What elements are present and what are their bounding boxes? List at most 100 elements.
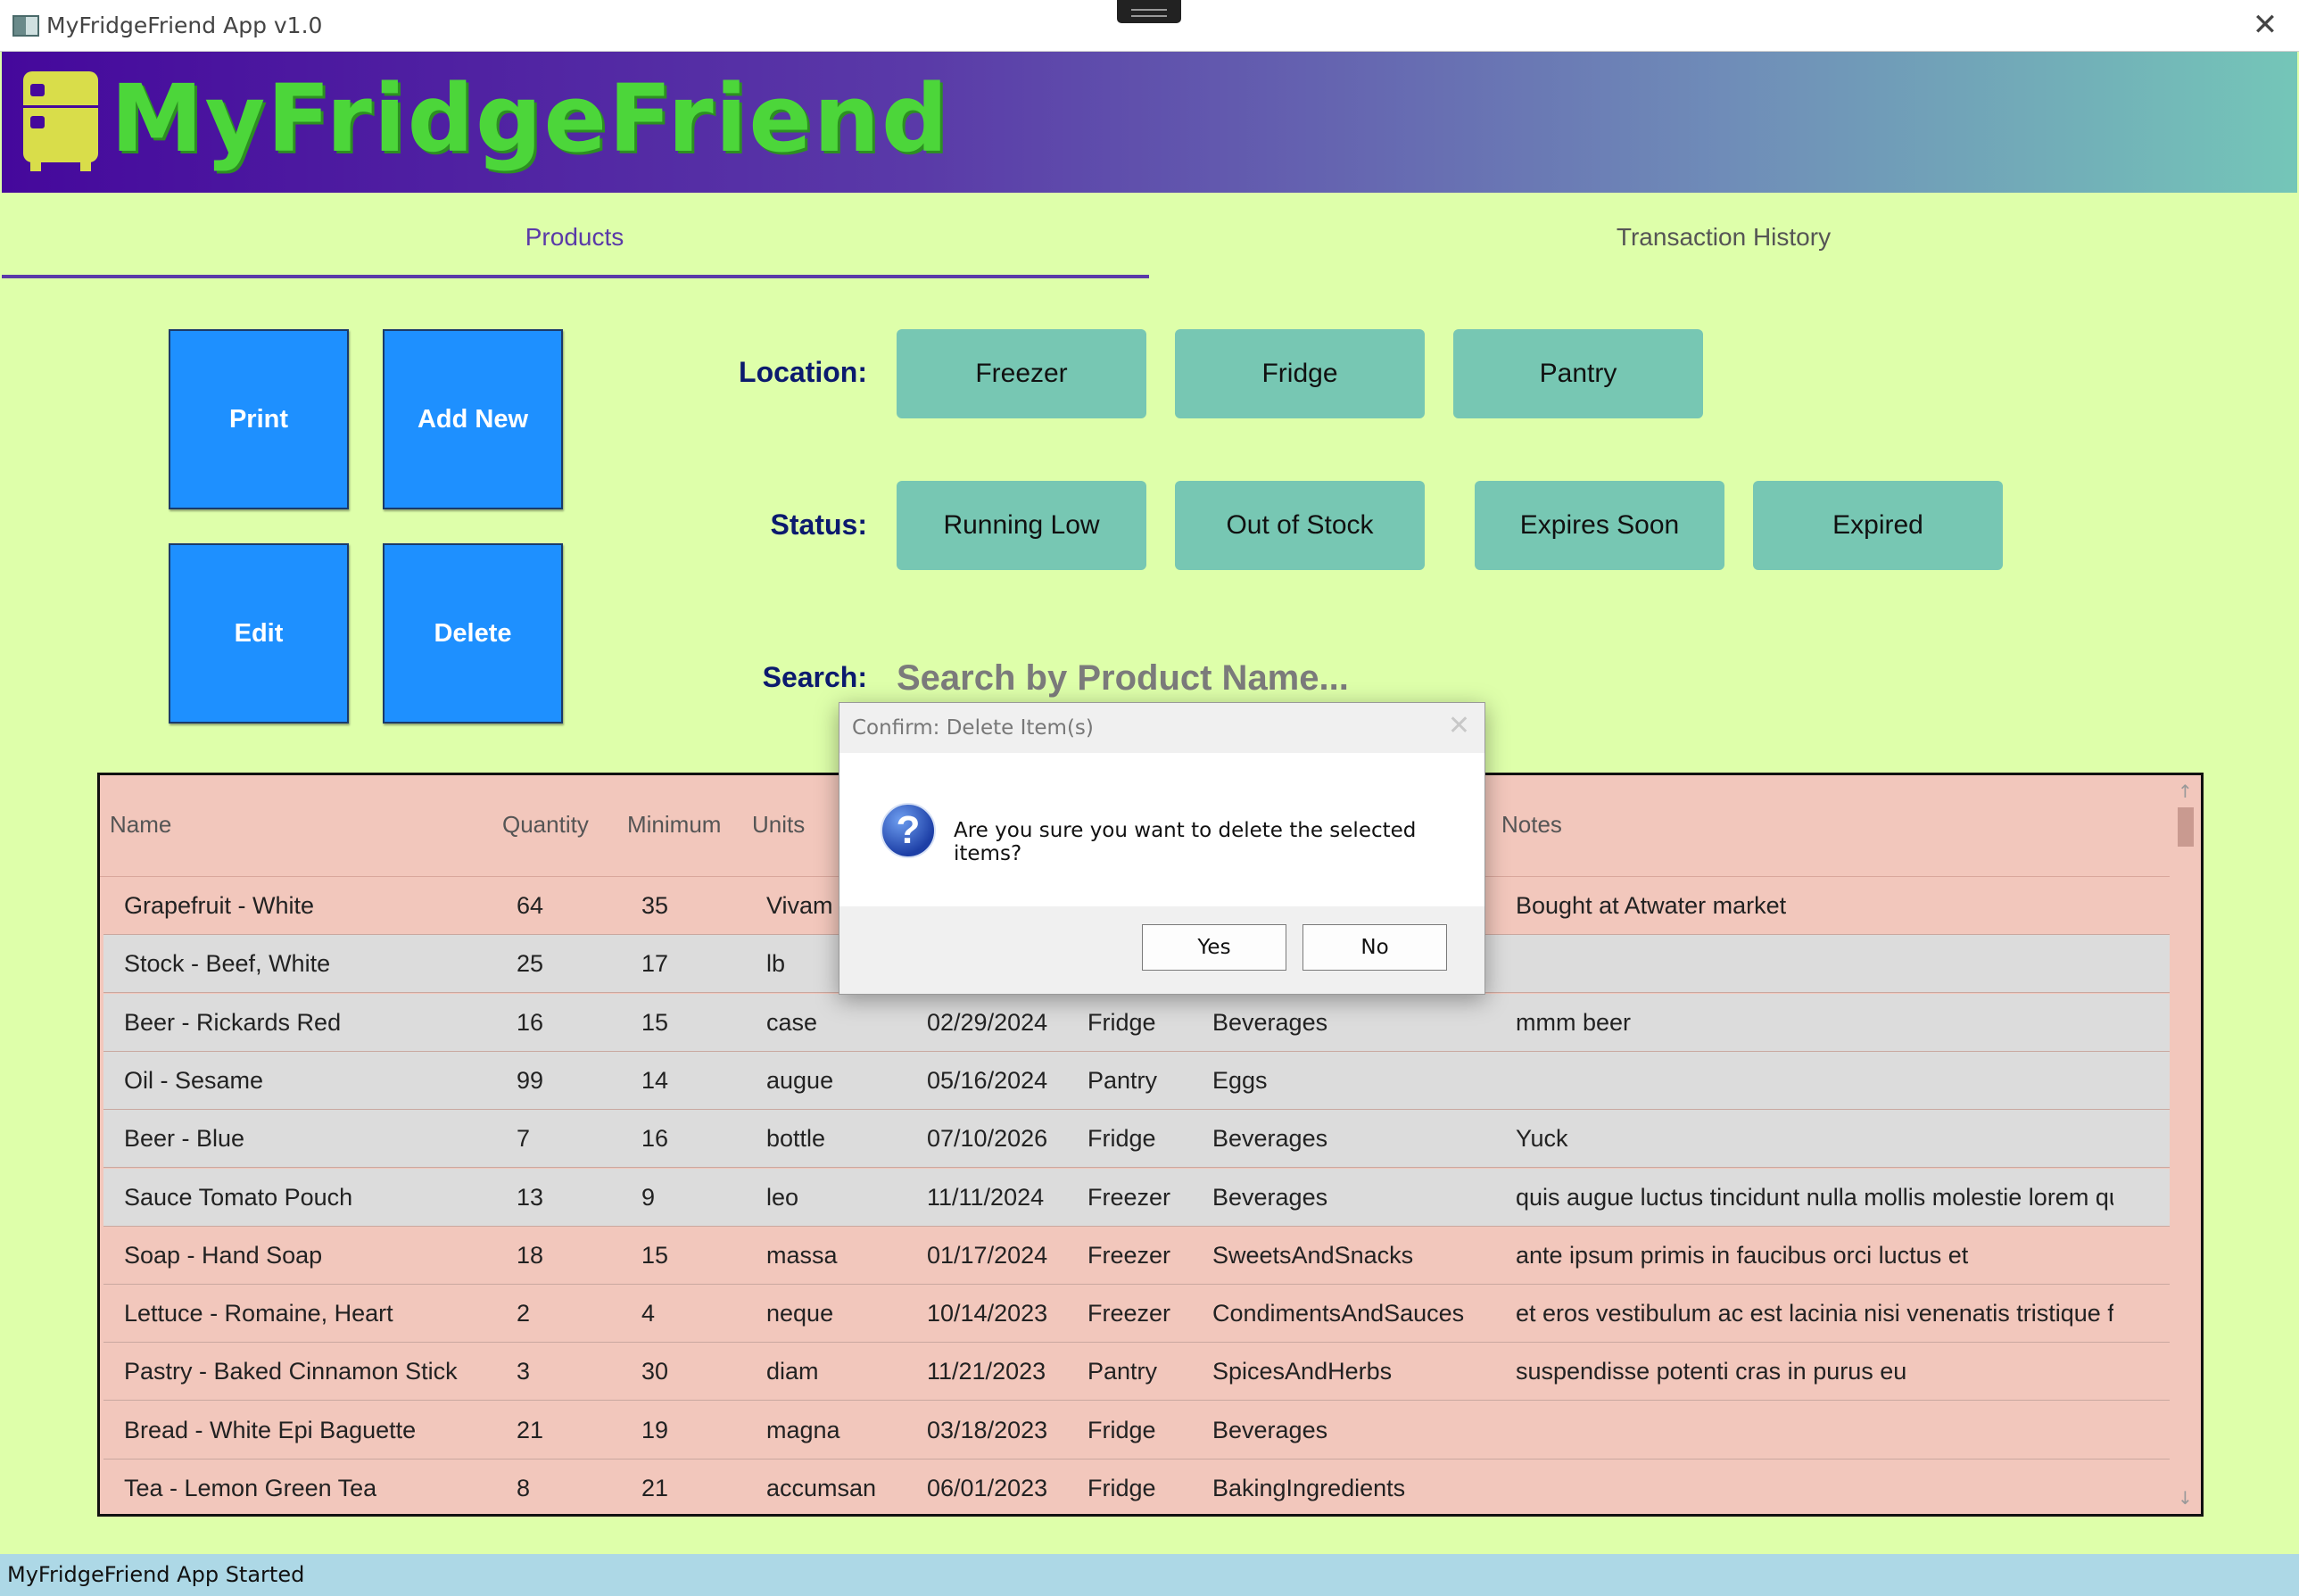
add-new-button[interactable]: Add New xyxy=(383,329,563,509)
dialog-yes-button[interactable]: Yes xyxy=(1142,924,1286,971)
cell-category: SweetsAndSnacks xyxy=(1212,1241,1414,1269)
table-row[interactable]: Bread - White Epi Baguette 21 19 magna 03/18… xyxy=(103,1401,2170,1460)
scroll-thumb[interactable] xyxy=(2178,807,2194,847)
cell-name: Soap - Hand Soap xyxy=(124,1241,323,1269)
cell-units: massa xyxy=(766,1241,838,1269)
cell-expiry-date: 02/29/2024 xyxy=(927,1008,1048,1036)
table-row[interactable]: Tea - Lemon Green Tea 8 21 accumsan 06/01/20… xyxy=(103,1460,2170,1514)
dialog-close-icon[interactable]: ✕ xyxy=(1448,710,1470,741)
app-icon xyxy=(12,15,39,37)
cell-units: neque xyxy=(766,1300,834,1327)
cell-category: Beverages xyxy=(1212,1183,1328,1211)
cell-quantity: 25 xyxy=(517,950,544,978)
question-icon: ? xyxy=(881,803,936,858)
cell-notes: quis augue luctus tincidunt nulla mollis… xyxy=(1516,1183,2113,1211)
cell-location: Fridge xyxy=(1087,1416,1156,1443)
cell-location: Fridge xyxy=(1087,1125,1156,1153)
location-fridge-button[interactable]: Fridge xyxy=(1175,329,1425,418)
table-row[interactable]: Soap - Hand Soap 18 15 massa 01/17/2024 Freez… xyxy=(103,1226,2170,1285)
cell-name: Sauce Tomato Pouch xyxy=(124,1183,353,1211)
search-input[interactable] xyxy=(897,651,1699,705)
location-freezer-button[interactable]: Freezer xyxy=(897,329,1146,418)
cell-expiry-date: 03/18/2023 xyxy=(927,1416,1048,1443)
cell-minimum: 16 xyxy=(641,1125,669,1153)
cell-name: Lettuce - Romaine, Heart xyxy=(124,1300,393,1327)
cell-units: accumsan xyxy=(766,1475,877,1501)
main-tabs: Products Transaction History xyxy=(0,193,2299,280)
column-header-quantity[interactable]: Quantity xyxy=(502,811,589,839)
edit-button[interactable]: Edit xyxy=(169,543,349,724)
table-row[interactable]: Oil - Sesame 99 14 augue 05/16/2024 Pantry Egg… xyxy=(103,1051,2170,1110)
column-header-notes[interactable]: Notes xyxy=(1501,811,1562,839)
location-label: Location: xyxy=(739,356,867,388)
cell-quantity: 64 xyxy=(517,892,544,919)
cell-minimum: 30 xyxy=(641,1358,669,1385)
status-running-low-button[interactable]: Running Low xyxy=(897,481,1146,570)
column-header-units[interactable]: Units xyxy=(752,811,805,839)
dialog-message: Are you sure you want to delete the sele… xyxy=(954,819,1417,865)
active-tab-indicator xyxy=(2,275,1149,278)
table-row[interactable]: Lettuce - Romaine, Heart 2 4 neque 10/14/202… xyxy=(103,1285,2170,1344)
cell-category: Eggs xyxy=(1212,1066,1268,1094)
cell-name: Grapefruit - White xyxy=(124,892,315,919)
status-out-of-stock-button[interactable]: Out of Stock xyxy=(1175,481,1425,570)
cell-location: Freezer xyxy=(1087,1300,1171,1327)
cell-location: Freezer xyxy=(1087,1183,1171,1211)
cell-name: Tea - Lemon Green Tea xyxy=(124,1475,377,1501)
cell-location: Fridge xyxy=(1087,1008,1156,1036)
column-header-minimum[interactable]: Minimum xyxy=(627,811,721,839)
cell-minimum: 15 xyxy=(641,1241,669,1269)
fridge-icon xyxy=(23,71,98,171)
scroll-up-arrow-icon[interactable]: ↑ xyxy=(2178,781,2193,802)
status-expires-soon-button[interactable]: Expires Soon xyxy=(1475,481,1724,570)
delete-button[interactable]: Delete xyxy=(383,543,563,724)
cell-units: diam xyxy=(766,1358,819,1385)
cell-name: Oil - Sesame xyxy=(124,1066,264,1094)
tab-products[interactable]: Products xyxy=(0,193,1149,280)
cell-expiry-date: 01/17/2024 xyxy=(927,1241,1048,1269)
print-button[interactable]: Print xyxy=(169,329,349,509)
cell-name: Pastry - Baked Cinnamon Stick xyxy=(124,1358,458,1385)
location-pantry-button[interactable]: Pantry xyxy=(1453,329,1703,418)
cell-minimum: 17 xyxy=(641,950,669,978)
table-scrollbar[interactable]: ↑ ↓ xyxy=(2171,775,2201,1514)
cell-location: Fridge xyxy=(1087,1475,1156,1501)
logo-text: MyFridgeFriend xyxy=(111,64,950,173)
cell-location: Freezer xyxy=(1087,1241,1171,1269)
cell-units: magna xyxy=(766,1416,840,1443)
cell-minimum: 9 xyxy=(641,1183,656,1211)
cell-notes: mmm beer xyxy=(1516,1008,1632,1036)
window-close-icon[interactable]: ✕ xyxy=(2247,7,2283,43)
dialog-no-button[interactable]: No xyxy=(1302,924,1447,971)
table-row[interactable]: Sauce Tomato Pouch 13 9 leo 11/11/2024 Freeze… xyxy=(103,1168,2170,1227)
cell-location: Pantry xyxy=(1087,1066,1158,1094)
cell-category: Beverages xyxy=(1212,1125,1328,1153)
cell-units: augue xyxy=(766,1066,834,1094)
cell-expiry-date: 06/01/2023 xyxy=(927,1475,1048,1501)
scroll-down-arrow-icon[interactable]: ↓ xyxy=(2178,1487,2193,1509)
table-row[interactable]: Beer - Blue 7 16 bottle 07/10/2026 Fridge Beve… xyxy=(103,1110,2170,1169)
cell-expiry-date: 05/16/2024 xyxy=(927,1066,1048,1094)
cell-quantity: 99 xyxy=(517,1066,544,1094)
cell-quantity: 13 xyxy=(517,1183,544,1211)
cell-minimum: 4 xyxy=(641,1300,656,1327)
dialog-title: Confirm: Delete Item(s) xyxy=(839,703,1484,753)
cell-name: Beer - Rickards Red xyxy=(124,1008,342,1036)
cell-quantity: 2 xyxy=(517,1300,531,1327)
dialog-body: ? Are you sure you want to delete the se… xyxy=(839,753,1484,906)
cell-category: Beverages xyxy=(1212,1416,1328,1443)
tab-transaction-history[interactable]: Transaction History xyxy=(1149,193,2298,280)
cell-units: lb xyxy=(766,950,786,978)
status-bar: MyFridgeFriend App Started xyxy=(0,1554,2299,1596)
cell-notes: ante ipsum primis in faucibus orci luctu… xyxy=(1516,1241,1969,1269)
table-row[interactable]: Pastry - Baked Cinnamon Stick 3 30 diam 11/2… xyxy=(103,1343,2170,1402)
status-expired-button[interactable]: Expired xyxy=(1753,481,2003,570)
column-header-name[interactable]: Name xyxy=(110,811,171,839)
cell-notes: suspendisse potenti cras in purus eu xyxy=(1516,1358,1907,1385)
cell-minimum: 15 xyxy=(641,1008,669,1036)
cell-category: BakingIngredients xyxy=(1212,1475,1406,1501)
snap-grip-handle[interactable] xyxy=(1117,0,1181,23)
cell-name: Beer - Blue xyxy=(124,1125,245,1153)
confirm-delete-dialog: Confirm: Delete Item(s) ✕ ? Are you sure… xyxy=(839,702,1485,995)
table-row[interactable]: Beer - Rickards Red 16 15 case 02/29/2024 Fri… xyxy=(103,993,2170,1052)
